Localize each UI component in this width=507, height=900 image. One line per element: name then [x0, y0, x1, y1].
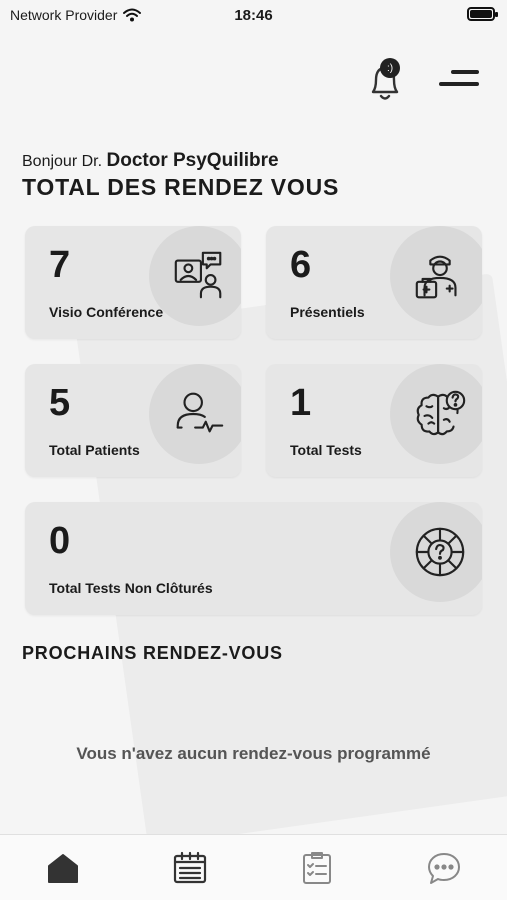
card-presentiels[interactable]: 6 Présentiels [266, 226, 482, 339]
card-tests-open[interactable]: 0 Total Tests Non Clôturés [25, 502, 482, 615]
checklist-icon [302, 851, 331, 884]
notification-button[interactable]: :) [367, 56, 403, 104]
card-label: Visio Conférence [49, 304, 164, 320]
card-value: 0 [49, 520, 71, 562]
menu-button[interactable] [439, 68, 479, 92]
tab-bar [0, 834, 507, 900]
wheel-question-icon [415, 527, 465, 577]
home-icon [48, 853, 79, 883]
card-value: 5 [49, 382, 71, 424]
tab-tests[interactable] [293, 844, 341, 892]
doctor-briefcase-icon [415, 255, 457, 299]
card-icon-circle [390, 502, 482, 602]
patient-pulse-icon [176, 392, 224, 433]
card-value: 1 [290, 382, 312, 424]
carrier: Network Provider [10, 7, 142, 23]
carrier-label: Network Provider [10, 7, 118, 23]
card-icon-circle [149, 364, 241, 464]
video-conference-icon [174, 251, 222, 299]
wifi-icon [123, 8, 142, 22]
card-value: 7 [49, 244, 71, 286]
card-patients[interactable]: 5 Total Patients [25, 364, 241, 477]
card-icon-circle [390, 226, 482, 326]
menu-bar-bottom [439, 82, 479, 86]
total-section-title: TOTAL DES RENDEZ VOUS [22, 174, 340, 200]
greeting: Bonjour Dr. Doctor PsyQuilibre [22, 150, 279, 172]
doctor-name: Doctor PsyQuilibre [106, 150, 279, 171]
header-actions: :) [367, 56, 479, 104]
card-label: Présentiels [290, 304, 365, 320]
card-label: Total Tests [290, 442, 362, 458]
card-label: Total Patients [49, 442, 140, 458]
menu-bar-top [451, 70, 479, 74]
tab-calendar[interactable] [166, 844, 214, 892]
empty-appointments-message: Vous n'avez aucun rendez-vous programmé [76, 744, 431, 763]
tab-chat[interactable] [420, 844, 468, 892]
calendar-list-icon [174, 851, 207, 883]
card-value: 6 [290, 244, 312, 286]
card-icon-circle [390, 364, 482, 464]
status-bar: Network Provider 18:46 [0, 0, 507, 30]
brain-question-icon [416, 390, 466, 436]
notification-badge: :) [380, 58, 400, 78]
next-section-title: PROCHAINS RENDEZ-VOUS [22, 643, 283, 663]
tab-home[interactable] [39, 844, 87, 892]
card-visio[interactable]: 7 Visio Conférence [25, 226, 241, 339]
chat-bubble-icon [427, 852, 460, 884]
card-label: Total Tests Non Clôturés [49, 580, 213, 596]
card-icon-circle [149, 226, 241, 326]
card-tests[interactable]: 1 Total Tests [266, 364, 482, 477]
battery-icon [467, 7, 498, 21]
greeting-prefix: Bonjour Dr. [22, 153, 103, 170]
